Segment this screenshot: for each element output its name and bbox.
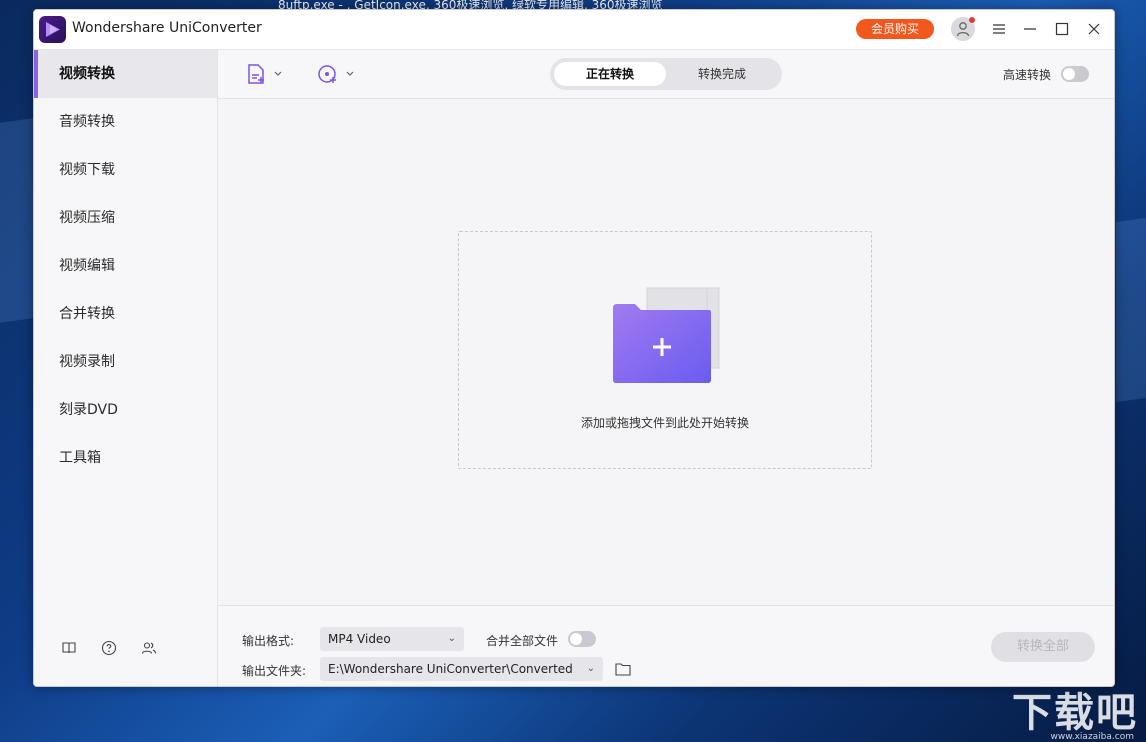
main-area: 添加或拖拽文件到此处开始转换: [218, 99, 1114, 604]
output-format-label: 输出格式:: [242, 632, 294, 649]
sidebar-item-video-download[interactable]: 视频下载: [34, 146, 217, 194]
open-folder-icon[interactable]: [615, 661, 631, 680]
app-window: Wondershare UniConverter 会员购买 视频转换 音频转换 …: [33, 9, 1115, 687]
title-bar: Wondershare UniConverter 会员购买: [34, 10, 1114, 50]
sidebar-item-burn-dvd[interactable]: 刻录DVD: [34, 386, 217, 434]
toolbar: 正在转换 转换完成 高速转换: [218, 50, 1114, 99]
notification-dot: [969, 17, 975, 23]
merge-all-label: 合并全部文件: [486, 632, 558, 649]
watermark-logo: 下载吧: [1012, 680, 1138, 738]
chevron-down-icon: ⌄: [448, 627, 456, 651]
app-logo-icon: [39, 16, 66, 43]
add-disc-icon[interactable]: [316, 63, 356, 89]
status-tab-group: 正在转换 转换完成: [550, 58, 782, 90]
sidebar-item-toolbox[interactable]: 工具箱: [34, 434, 217, 482]
high-speed-label: 高速转换: [1003, 66, 1051, 83]
users-icon[interactable]: [141, 640, 157, 656]
sidebar-item-merge-convert[interactable]: 合并转换: [34, 290, 217, 338]
add-file-icon[interactable]: [246, 63, 284, 89]
vip-purchase-button[interactable]: 会员购买: [856, 19, 934, 39]
chevron-down-icon: ⌄: [587, 657, 595, 681]
minimize-icon[interactable]: [1020, 19, 1040, 39]
menu-icon[interactable]: [989, 19, 1009, 39]
sidebar-item-video-compress[interactable]: 视频压缩: [34, 194, 217, 242]
sidebar-item-video-edit[interactable]: 视频编辑: [34, 242, 217, 290]
high-speed-toggle[interactable]: [1061, 66, 1089, 82]
sidebar-item-audio-convert[interactable]: 音频转换: [34, 98, 217, 146]
maximize-icon[interactable]: [1052, 19, 1072, 39]
sidebar-item-screen-record[interactable]: 视频录制: [34, 338, 217, 386]
output-folder-value: E:\Wondershare UniConverter\Converted: [328, 662, 573, 676]
output-format-select[interactable]: MP4 Video ⌄: [320, 627, 464, 651]
close-icon[interactable]: [1084, 19, 1104, 39]
tab-finished[interactable]: 转换完成: [666, 62, 778, 86]
sidebar: 视频转换 音频转换 视频下载 视频压缩 视频编辑 合并转换 视频录制 刻录DVD…: [34, 50, 218, 686]
bottom-bar: 输出格式: MP4 Video ⌄ 合并全部文件 输出文件夹: E:\Wonde…: [218, 605, 1114, 687]
sidebar-item-video-convert[interactable]: 视频转换: [34, 50, 217, 98]
add-folder-icon: [611, 284, 721, 384]
desktop-streak: [1116, 218, 1146, 402]
book-icon[interactable]: [61, 640, 77, 656]
file-drop-zone[interactable]: 添加或拖拽文件到此处开始转换: [458, 231, 872, 469]
app-title: Wondershare UniConverter: [72, 20, 262, 36]
tab-converting[interactable]: 正在转换: [554, 62, 666, 86]
watermark-url: www.xiazaiba.com: [1050, 732, 1134, 742]
output-folder-label: 输出文件夹:: [242, 662, 306, 679]
drop-hint-text: 添加或拖拽文件到此处开始转换: [459, 414, 871, 431]
output-folder-select[interactable]: E:\Wondershare UniConverter\Converted ⌄: [320, 657, 603, 681]
help-icon[interactable]: [101, 640, 117, 656]
output-format-value: MP4 Video: [328, 632, 391, 646]
merge-all-toggle[interactable]: [568, 631, 596, 647]
convert-all-button[interactable]: 转换全部: [991, 632, 1095, 662]
